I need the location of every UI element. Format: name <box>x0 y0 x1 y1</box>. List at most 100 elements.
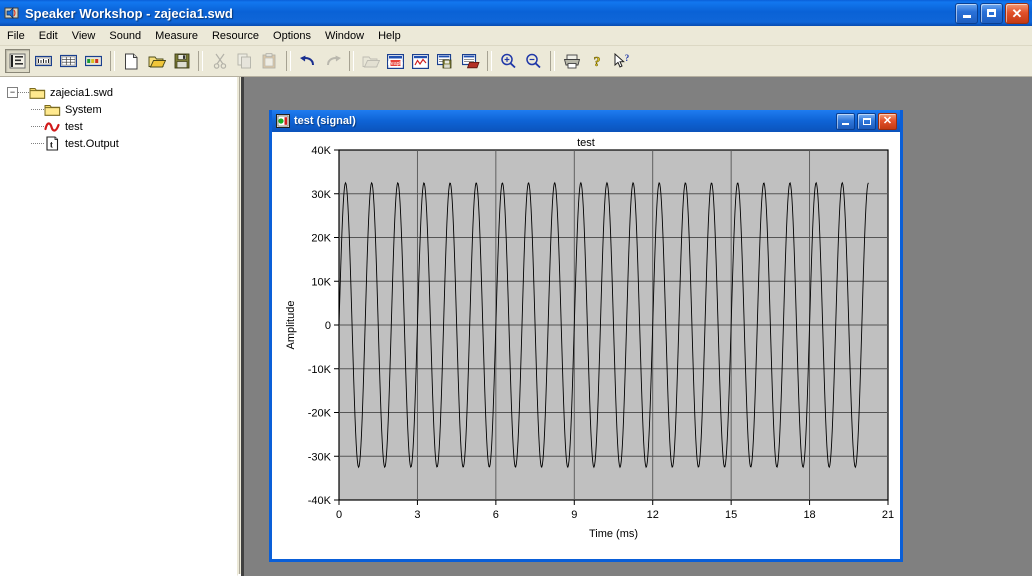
menu-item-options[interactable]: Options <box>266 28 318 44</box>
import-folder-icon <box>359 50 382 72</box>
y-tick-label: -30K <box>308 451 332 463</box>
menubar: File Edit View Sound Measure Resource Op… <box>0 26 1032 46</box>
main-window-buttons: ✕ <box>955 2 1029 24</box>
y-tick-label: 0 <box>325 320 331 332</box>
toolbar: Peaple ? ? <box>0 46 1032 77</box>
y-tick-label: -20K <box>308 408 332 420</box>
tree-item-test[interactable]: test <box>31 118 237 135</box>
crossover-icon[interactable] <box>82 50 105 72</box>
project-tree-pane[interactable]: − zajecia1.swd System test t test.Output <box>0 77 238 576</box>
open-folder-icon[interactable] <box>145 50 168 72</box>
tree-item-system[interactable]: System <box>31 101 237 118</box>
undo-arrow-icon[interactable] <box>296 50 319 72</box>
x-tick-label: 9 <box>571 509 577 521</box>
toolbar-separator <box>110 51 115 71</box>
folder-icon <box>29 85 46 100</box>
signal-child-window: test (signal) ✕ test -40K -30K -20K -10K 0 10… <box>269 110 903 562</box>
tree-connector <box>31 108 44 111</box>
main-window-title: Speaker Workshop - zajecia1.swd <box>25 5 233 21</box>
tree-item-label: System <box>65 103 102 116</box>
print-icon[interactable] <box>560 50 583 72</box>
x-tick-label: 3 <box>414 509 420 521</box>
signal-chart[interactable]: test -40K -30K -20K -10K 0 10K 20K 30K 40K 0 3 6 9 12… <box>272 132 900 559</box>
new-file-icon[interactable] <box>120 50 143 72</box>
child-maximize-button[interactable] <box>857 112 876 130</box>
tree-connector <box>31 125 44 128</box>
svg-text:?: ? <box>593 55 600 69</box>
main-titlebar: Speaker Workshop - zajecia1.swd ✕ <box>0 0 1032 26</box>
menu-item-sound[interactable]: Sound <box>102 28 148 44</box>
x-tick-label: 18 <box>803 509 815 521</box>
maximize-button[interactable] <box>980 2 1003 24</box>
tree-item-label: test <box>65 120 83 133</box>
menu-item-file[interactable]: File <box>0 28 32 44</box>
close-button[interactable]: ✕ <box>1005 2 1029 24</box>
x-tick-label: 6 <box>493 509 499 521</box>
redo-arrow-icon <box>321 50 344 72</box>
export-window-icon[interactable] <box>459 50 482 72</box>
child-window-titlebar[interactable]: test (signal) ✕ <box>272 110 900 132</box>
tree-connector <box>31 142 44 145</box>
measurement-icon[interactable] <box>32 50 55 72</box>
y-tick-label: 10K <box>311 276 331 288</box>
y-tick-label: 30K <box>311 189 331 201</box>
x-tick-label: 21 <box>882 509 894 521</box>
tree-expander-icon[interactable]: − <box>7 87 18 98</box>
waveform-icon <box>44 119 61 134</box>
y-tick-label: 40K <box>311 145 331 157</box>
y-tick-label: 20K <box>311 233 331 245</box>
child-window-title: test (signal) <box>294 115 356 127</box>
toolbar-separator <box>198 51 203 71</box>
mdi-workspace: test (signal) ✕ test -40K -30K -20K -10K 0 10… <box>244 77 1032 576</box>
help-question-icon[interactable]: ? <box>585 50 608 72</box>
svg-text:?: ? <box>624 53 629 63</box>
driver-table-icon[interactable] <box>57 50 80 72</box>
tree-item-test-output[interactable]: t test.Output <box>31 135 237 152</box>
x-tick-label: 12 <box>647 509 659 521</box>
menu-item-edit[interactable]: Edit <box>32 28 65 44</box>
toolbar-separator <box>550 51 555 71</box>
graph-window-icon[interactable] <box>409 50 432 72</box>
x-tick-label: 0 <box>336 509 342 521</box>
tree-item-label: zajecia1.swd <box>50 86 113 99</box>
text-document-icon: t <box>44 136 61 151</box>
y-axis-label: Amplitude <box>285 301 297 350</box>
zoom-out-icon[interactable] <box>522 50 545 72</box>
save-disk-icon[interactable] <box>170 50 193 72</box>
menu-item-view[interactable]: View <box>65 28 103 44</box>
tree-children: System test t test.Output <box>7 101 237 152</box>
menu-item-window[interactable]: Window <box>318 28 371 44</box>
tree-item-label: test.Output <box>65 137 119 150</box>
child-window-buttons: ✕ <box>836 112 897 130</box>
minimize-button[interactable] <box>955 2 978 24</box>
speaker-app-icon <box>4 5 20 21</box>
copy-icon <box>233 50 256 72</box>
project-list-icon[interactable] <box>5 49 30 73</box>
y-tick-label: -40K <box>308 495 332 507</box>
toolbar-separator <box>487 51 492 71</box>
x-tick-label: 15 <box>725 509 737 521</box>
signal-window-icon <box>276 114 290 128</box>
zoom-in-icon[interactable] <box>497 50 520 72</box>
context-help-icon[interactable]: ? <box>610 50 633 72</box>
chart-plot-area[interactable]: -40K -30K -20K -10K 0 10K 20K 30K 40K 0 3 6 9 12 15 18 2… <box>272 132 900 557</box>
project-tree: − zajecia1.swd System test t test.Output <box>1 78 237 152</box>
cut-scissors-icon <box>208 50 231 72</box>
toolbar-separator <box>349 51 354 71</box>
child-minimize-button[interactable] <box>836 112 855 130</box>
svg-text:Peaple: Peaple <box>388 60 404 66</box>
tree-connector <box>18 91 29 94</box>
folder-icon <box>44 102 61 117</box>
tree-item-root[interactable]: − zajecia1.swd <box>7 84 237 101</box>
properties-window-icon[interactable]: Peaple <box>384 50 407 72</box>
x-axis-label: Time (ms) <box>589 528 638 540</box>
y-tick-label: -10K <box>308 364 332 376</box>
application-window: Speaker Workshop - zajecia1.swd ✕ File E… <box>0 0 1032 576</box>
child-close-button[interactable]: ✕ <box>878 112 897 130</box>
menu-item-help[interactable]: Help <box>371 28 408 44</box>
save-window-icon[interactable] <box>434 50 457 72</box>
menu-item-resource[interactable]: Resource <box>205 28 266 44</box>
child-window-body: test -40K -30K -20K -10K 0 10K 20K 30K 40K 0 3 6 9 12… <box>272 132 900 559</box>
menu-item-measure[interactable]: Measure <box>148 28 205 44</box>
paste-clipboard-icon <box>258 50 281 72</box>
